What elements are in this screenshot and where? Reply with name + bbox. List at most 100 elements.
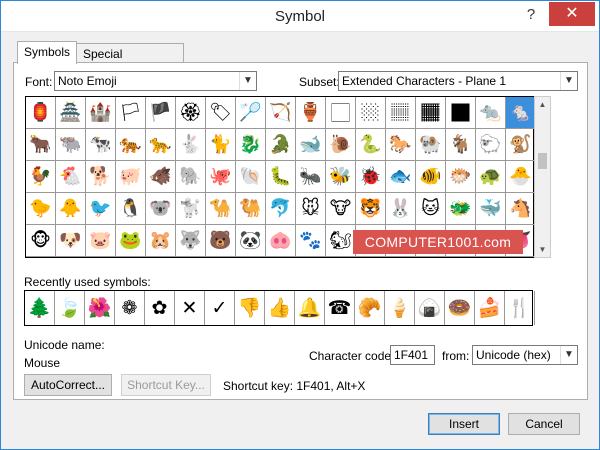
symbol-cell[interactable]: 🐊: [266, 129, 296, 161]
symbol-cell[interactable]: 🐾: [296, 225, 326, 257]
symbol-cell[interactable]: 🏸: [236, 97, 266, 129]
symbol-cell[interactable]: 🐠: [416, 161, 446, 193]
symbol-cell[interactable]: 🐲: [446, 193, 476, 225]
symbol-cell[interactable]: 🏾: [416, 97, 446, 129]
symbol-cell[interactable]: 🐸: [116, 225, 146, 257]
close-button[interactable]: ✕: [549, 2, 595, 26]
symbol-cell[interactable]: 🐡: [446, 161, 476, 193]
symbol-cell[interactable]: 🐔: [56, 161, 86, 193]
symbol-cell[interactable]: 🏴: [146, 97, 176, 129]
symbol-cell[interactable]: 🐬: [266, 193, 296, 225]
symbol-cell[interactable]: 🐫: [236, 193, 266, 225]
symbol-cell[interactable]: 🐭: [296, 193, 326, 225]
symbol-cell[interactable]: 🏿: [446, 97, 476, 129]
symbol-cell[interactable]: 🐶: [56, 225, 86, 257]
symbol-cell[interactable]: 🐰: [386, 193, 416, 225]
recent-symbol-cell[interactable]: ✓: [205, 291, 235, 325]
symbol-cell[interactable]: 🐻: [206, 225, 236, 257]
symbol-cell[interactable]: 🐐: [446, 129, 476, 161]
symbol-cell[interactable]: 🏳: [116, 97, 146, 129]
recent-symbol-cell[interactable]: 🥐: [355, 291, 385, 325]
symbol-cell[interactable]: 🐨: [146, 193, 176, 225]
recent-symbol-cell[interactable]: 👍: [265, 291, 295, 325]
symbol-cell[interactable]: 🏵: [176, 97, 206, 129]
symbol-cell[interactable]: 🐑: [476, 129, 506, 161]
from-select[interactable]: Unicode (hex) ▼: [472, 345, 578, 365]
symbol-cell[interactable]: 🐣: [506, 161, 536, 193]
symbol-cell[interactable]: 🐟: [386, 161, 416, 193]
symbol-cell[interactable]: 🐀: [476, 97, 506, 129]
symbol-cell[interactable]: 🐏: [416, 129, 446, 161]
symbol-cell[interactable]: 🐓: [26, 161, 56, 193]
symbol-cell[interactable]: 🐆: [146, 129, 176, 161]
symbol-cell[interactable]: 🐧: [116, 193, 146, 225]
recent-symbol-cell[interactable]: 🍃: [55, 291, 85, 325]
symbol-cell[interactable]: 🏼: [356, 97, 386, 129]
symbol-cell[interactable]: 🐖: [116, 161, 146, 193]
symbol-cell[interactable]: 🐥: [56, 193, 86, 225]
font-select[interactable]: Noto Emoji ▼: [54, 71, 257, 91]
cancel-button[interactable]: Cancel: [508, 413, 580, 435]
recent-symbol-cell[interactable]: 🌲: [25, 291, 55, 325]
recent-symbol-cell[interactable]: ☎: [325, 291, 355, 325]
recent-symbol-cell[interactable]: 🌺: [85, 291, 115, 325]
symbol-cell[interactable]: 🐴: [506, 193, 536, 225]
symbol-cell[interactable]: 🐚: [236, 161, 266, 193]
insert-button[interactable]: Insert: [428, 413, 500, 435]
symbol-cell[interactable]: 🐂: [26, 129, 56, 161]
symbol-cell[interactable]: 🐷: [86, 225, 116, 257]
symbol-cell[interactable]: 🐈: [206, 129, 236, 161]
symbol-cell[interactable]: 🏹: [266, 97, 296, 129]
symbol-cell[interactable]: 🐃: [56, 129, 86, 161]
symbol-cell[interactable]: 🐼: [236, 225, 266, 257]
symbol-cell[interactable]: 🐍: [356, 129, 386, 161]
symbol-cell[interactable]: 🏷: [206, 97, 236, 129]
symbol-cell[interactable]: 🐇: [176, 129, 206, 161]
symbol-cell[interactable]: 🏽: [386, 97, 416, 129]
symbol-cell[interactable]: 🐱: [416, 193, 446, 225]
autocorrect-button[interactable]: AutoCorrect...: [24, 374, 112, 396]
symbol-cell[interactable]: 🐽: [266, 225, 296, 257]
symbol-cell[interactable]: 🏰: [86, 97, 116, 129]
tab-special-characters[interactable]: Special Characters: [76, 43, 184, 81]
symbol-cell[interactable]: 🐛: [266, 161, 296, 193]
symbol-cell[interactable]: 🐜: [296, 161, 326, 193]
symbol-cell[interactable]: 🐪: [206, 193, 236, 225]
symbol-cell[interactable]: 🐯: [356, 193, 386, 225]
recent-symbol-cell[interactable]: 🍦: [385, 291, 415, 325]
recent-symbol-cell[interactable]: ✿: [145, 291, 175, 325]
symbol-cell[interactable]: 🏯: [56, 97, 86, 129]
recent-symbol-cell[interactable]: 🍙: [415, 291, 445, 325]
symbol-cell[interactable]: 🐉: [236, 129, 266, 161]
symbol-cell[interactable]: 🐤: [26, 193, 56, 225]
recent-symbol-cell[interactable]: ✕: [175, 291, 205, 325]
recent-symbol-cell[interactable]: 🔔: [295, 291, 325, 325]
scroll-up-icon[interactable]: ▲: [535, 97, 550, 112]
symbol-cell[interactable]: 🐄: [86, 129, 116, 161]
symbol-cell[interactable]: 🐳: [476, 193, 506, 225]
symbol-cell[interactable]: 🐢: [476, 161, 506, 193]
recent-symbol-cell[interactable]: ❁: [115, 291, 145, 325]
symbol-cell[interactable]: 🐁: [506, 97, 536, 129]
symbol-cell[interactable]: 🏺: [296, 97, 326, 129]
symbol-cell[interactable]: 🏮: [26, 97, 56, 129]
scroll-down-icon[interactable]: ▼: [535, 242, 550, 257]
symbol-cell[interactable]: 🐋: [296, 129, 326, 161]
symbol-cell[interactable]: 🐌: [326, 129, 356, 161]
symbol-cell[interactable]: 🐝: [326, 161, 356, 193]
symbol-cell[interactable]: 🐺: [176, 225, 206, 257]
symbol-grid-scrollbar[interactable]: ▲ ▼: [534, 96, 551, 258]
recent-symbol-cell[interactable]: 🍩: [445, 291, 475, 325]
symbol-cell[interactable]: 🐞: [356, 161, 386, 193]
symbol-cell[interactable]: 🐙: [206, 161, 236, 193]
help-button[interactable]: ?: [519, 3, 543, 27]
symbol-cell[interactable]: 🐅: [116, 129, 146, 161]
symbol-cell[interactable]: 🐗: [146, 161, 176, 193]
shortcut-key-button[interactable]: Shortcut Key...: [121, 374, 211, 396]
character-code-input[interactable]: 1F401: [390, 345, 435, 365]
scroll-thumb[interactable]: [538, 153, 547, 169]
symbol-cell[interactable]: 🐦: [86, 193, 116, 225]
symbol-cell[interactable]: 🐮: [326, 193, 356, 225]
symbol-cell[interactable]: 🐒: [506, 129, 536, 161]
symbol-cell[interactable]: 🐵: [26, 225, 56, 257]
